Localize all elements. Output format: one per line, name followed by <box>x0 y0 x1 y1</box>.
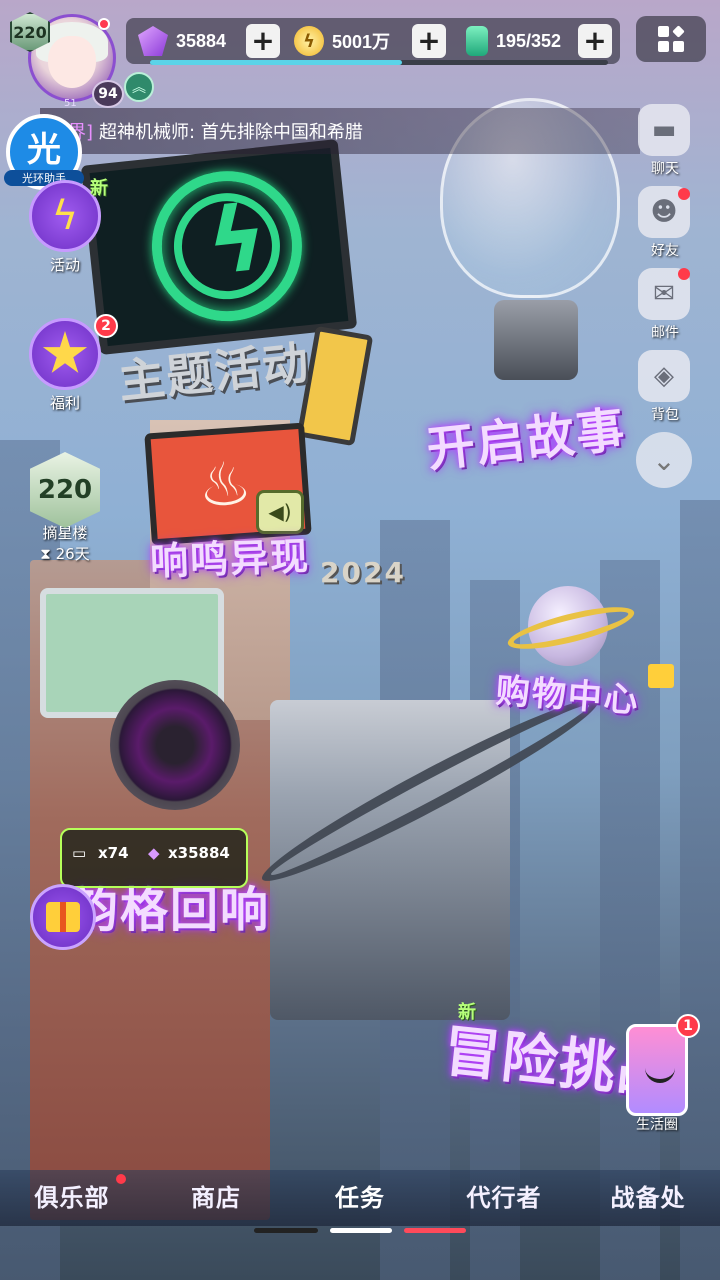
bag-label: 背包 <box>651 407 679 423</box>
page-indicator <box>254 1228 318 1233</box>
coin-currency: ϟ 5001万 <box>294 24 390 58</box>
phone-icon <box>626 1024 688 1116</box>
player-rank-number: 94 <box>92 80 124 108</box>
chat-label: 聊天 <box>651 161 679 177</box>
world-chat-ticker[interactable]: 界] 超神机械师: 首先排除中国和希腊 <box>40 108 640 154</box>
helper-glyph: 光 <box>27 130 61 170</box>
echo-reward-pill[interactable]: ▭ x74 ◆ x35884 <box>60 828 248 888</box>
hourglass-icon: ⧗ <box>40 545 51 563</box>
star-tower-days-value: 26天 <box>55 545 90 563</box>
main-menu-button[interactable] <box>636 16 706 62</box>
adventure-new-badge: 新 <box>458 1002 476 1023</box>
energy-progress-fill <box>150 60 402 65</box>
music-event-label[interactable]: 响鸣异现 <box>149 525 311 586</box>
helper-floating-button[interactable]: 光 光环助手 <box>4 114 84 190</box>
year-label: 2024 <box>320 556 406 589</box>
nav-tasks[interactable]: 任务 <box>288 1170 432 1226</box>
shopping-center-label[interactable]: 购物中心 <box>494 663 641 722</box>
gift-icon <box>46 902 80 932</box>
flame-icon: ♨ <box>195 448 255 523</box>
welfare-label: 福利 <box>49 394 80 412</box>
mail-label: 邮件 <box>651 325 679 341</box>
gem-icon: ◆ <box>148 844 160 862</box>
chat-button[interactable]: ▬ 聊天 <box>638 104 692 178</box>
lightning-icon: ϟ <box>202 185 273 296</box>
gem-reward-count: x35884 <box>168 844 230 862</box>
welfare-button[interactable]: 福利 <box>26 318 104 413</box>
welfare-count-badge: 2 <box>94 314 118 338</box>
chat-icon: ▬ <box>638 104 690 156</box>
balloon-base <box>494 300 578 380</box>
activity-label: 活动 <box>49 256 80 274</box>
friends-notification-dot <box>678 188 690 200</box>
star-tower-level-badge: 220 <box>30 452 100 528</box>
activity-new-badge: 新 <box>90 178 108 199</box>
nav-shop[interactable]: 商店 <box>144 1170 288 1226</box>
ticket-icon: ▭ <box>72 844 87 862</box>
nav-agents[interactable]: 代行者 <box>432 1170 576 1226</box>
battery-icon <box>466 26 488 56</box>
add-energy-button[interactable]: + <box>578 24 612 58</box>
life-circle-count-badge: 1 <box>676 1014 700 1038</box>
energy-amount: 195/352 <box>496 30 562 51</box>
game-scene[interactable]: ϟ ♨ ◀) 主题活动 开启故事 响鸣异现 2024 购物中心 韵格回响 冒险挑… <box>0 0 720 1280</box>
add-coin-button[interactable]: + <box>412 24 446 58</box>
gem-icon <box>138 26 168 56</box>
star-tower-button[interactable]: 220 摘星楼 ⧗ 26天 <box>26 452 104 564</box>
life-circle-label: 生活圈 <box>636 1117 678 1133</box>
coin-amount: 5001万 <box>332 32 391 52</box>
grid-menu-icon <box>658 25 685 52</box>
gem-currency: 35884 <box>138 24 226 58</box>
ticket-count: x74 <box>98 844 129 862</box>
life-circle-button[interactable]: 1 生活圈 <box>622 1014 700 1134</box>
smile-face-icon <box>645 1067 675 1083</box>
currency-bar: 35884 + ϟ 5001万 + 195/352 + <box>126 18 620 64</box>
theme-billboard[interactable]: ϟ <box>80 139 358 355</box>
nav-armory[interactable]: 战备处 <box>576 1170 720 1226</box>
friends-label: 好友 <box>651 243 679 259</box>
player-avatar-button[interactable]: 220 94 51 <box>10 8 128 109</box>
giant-speaker-decoration[interactable] <box>110 680 240 810</box>
bottom-navigation: 俱乐部 商店 任务 代行者 战备处 <box>0 1170 720 1226</box>
page-indicator-active <box>330 1228 392 1233</box>
add-gem-button[interactable]: + <box>246 24 280 58</box>
story-label[interactable]: 开启故事 <box>423 390 629 481</box>
ticker-message: 超神机械师: 首先排除中国和希腊 <box>99 122 363 143</box>
gem-amount: 35884 <box>176 30 227 51</box>
energy-currency: 195/352 <box>466 24 561 58</box>
avatar-face <box>48 36 96 88</box>
chevron-down-icon[interactable]: ⌄ <box>636 432 692 488</box>
avatar-notification-dot <box>98 18 110 30</box>
coin-icon: ϟ <box>294 26 324 56</box>
skyline-building <box>680 500 720 1280</box>
shop-gift-icon[interactable] <box>648 664 674 688</box>
top-hud: 220 94 51 ︽ 35884 + ϟ 5001万 + 195/352 + <box>0 0 720 110</box>
energy-progress-bar <box>150 60 608 65</box>
star-icon <box>29 318 101 390</box>
bag-button[interactable]: ◈ 背包 <box>638 350 692 424</box>
mail-notification-dot <box>678 268 690 280</box>
gift-button[interactable] <box>30 884 96 950</box>
rank-up-icon[interactable]: ︽ <box>124 72 154 102</box>
club-notification-dot <box>116 1174 126 1184</box>
bag-icon: ◈ <box>638 350 690 402</box>
star-tower-days: ⧗ 26天 <box>26 543 104 564</box>
page-indicator <box>404 1228 466 1233</box>
